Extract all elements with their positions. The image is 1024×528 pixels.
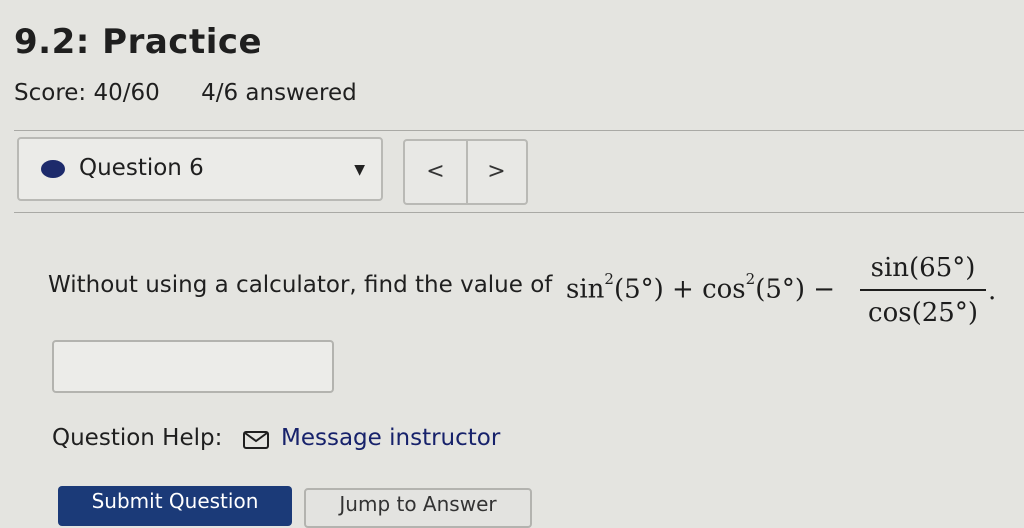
answered-text: 4/6 answered [201, 80, 357, 106]
math-fraction: sin(65°) cos(25°) [860, 250, 986, 331]
envelope-icon[interactable] [243, 431, 269, 449]
question-help-label: Question Help: [52, 425, 223, 451]
math-main-terms: sin2(5°) + cos2(5°) − [566, 270, 836, 305]
fraction-denominator: cos(25°) [868, 298, 978, 328]
divider-bottom [14, 212, 1024, 213]
score-text: Score: 40/60 [14, 80, 160, 106]
page-title: 9.2: Practice [14, 22, 263, 62]
question-nav: < > [403, 139, 528, 205]
answer-input[interactable] [52, 340, 334, 393]
question-status-dot [41, 160, 65, 178]
fraction-numerator: sin(65°) [870, 253, 976, 283]
previous-question-button[interactable]: < [405, 141, 468, 203]
caret-down-icon: ▼ [354, 162, 365, 178]
next-question-button[interactable]: > [466, 141, 527, 203]
math-period: . [988, 276, 997, 306]
divider-top [14, 130, 1024, 131]
math-term-2: (5°) + cos [613, 274, 746, 305]
jump-to-answer-button[interactable]: Jump to Answer [304, 488, 532, 528]
fraction-bar [860, 289, 986, 291]
submit-question-button[interactable]: Submit Question [58, 486, 292, 526]
math-exponent-1: 2 [604, 270, 614, 288]
question-select[interactable]: Question 6 ▼ [17, 137, 383, 201]
message-instructor-link[interactable]: Message instructor [281, 425, 500, 451]
question-prompt: Without using a calculator, find the val… [48, 272, 553, 298]
question-select-label: Question 6 [79, 155, 204, 181]
math-exponent-2: 2 [745, 270, 756, 288]
math-sin: sin [566, 274, 605, 305]
score-line: Score: 40/60 4/6 answered [14, 80, 391, 106]
math-term-3: (5°) − [755, 274, 836, 305]
